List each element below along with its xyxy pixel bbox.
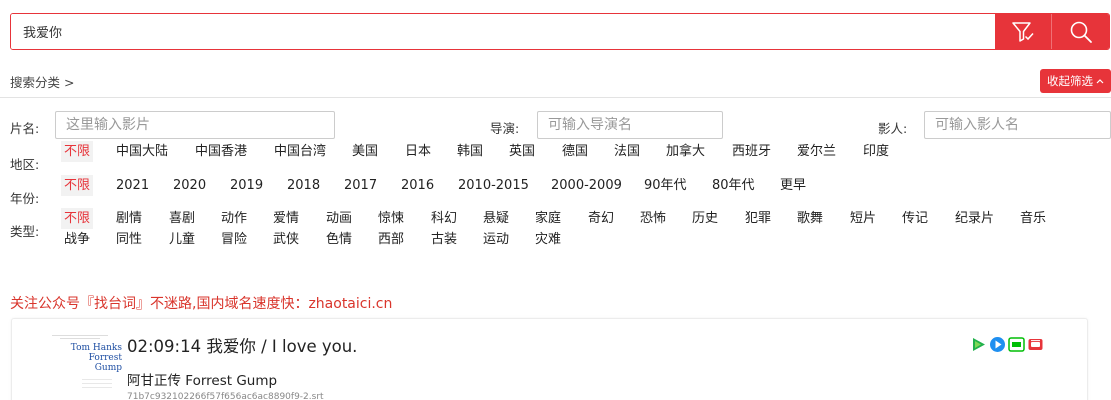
video-red-icon[interactable] [1027,336,1044,353]
genre-option[interactable]: 剧情 [113,208,145,229]
region-option[interactable]: 日本 [402,141,434,162]
year-option[interactable]: 2017 [341,175,380,196]
genre-option[interactable]: 色情 [323,229,355,250]
chevron-up-icon [1096,79,1104,84]
follow-notice: 关注公众号『找台词』不迷路,国内域名速度快：zhaotaici.cn [10,296,393,312]
genre-option[interactable]: 动画 [323,208,355,229]
genre-option[interactable]: 西部 [375,229,407,250]
genre-label: 类型: [10,224,40,239]
result-subtitle-file: 71b7c932102266f57f656ac6ac8890f9-2.srt [127,392,324,400]
title-filter-input[interactable] [55,111,335,139]
region-label: 地区: [10,157,40,172]
year-option[interactable]: 2020 [170,175,209,196]
region-option[interactable]: 印度 [860,141,892,162]
genre-option[interactable]: 同性 [113,229,145,250]
region-option[interactable]: 不限 [61,140,94,162]
result-title[interactable]: 02:09:14 我爱你 / I love you. [127,333,357,357]
region-option[interactable]: 中国香港 [192,141,250,162]
year-option[interactable]: 2019 [227,175,266,196]
year-option[interactable]: 更早 [777,175,809,196]
region-option[interactable]: 德国 [559,141,591,162]
genre-option[interactable]: 武侠 [270,229,302,250]
year-label: 年份: [10,191,40,206]
genre-option[interactable]: 古装 [428,229,460,250]
iqiyi-icon[interactable] [1008,336,1025,353]
genre-option[interactable]: 音乐 [1017,208,1049,229]
region-option[interactable]: 爱尔兰 [794,141,839,162]
result-movie-name[interactable]: 阿甘正传 Forrest Gump [127,369,277,389]
collapse-filter-button[interactable]: 收起筛选 [1040,69,1111,93]
region-option[interactable]: 中国台湾 [271,141,329,162]
breadcrumb[interactable]: 搜索分类 > [10,72,74,91]
genre-option[interactable]: 歌舞 [794,208,826,229]
genre-option[interactable]: 悬疑 [480,208,512,229]
genre-option[interactable]: 短片 [847,208,879,229]
genre-option[interactable]: 家庭 [532,208,564,229]
search-input[interactable] [11,14,995,49]
genre-option[interactable]: 历史 [689,208,721,229]
play-blue-icon[interactable] [989,336,1006,353]
genre-option[interactable]: 奇幻 [585,208,617,229]
result-card[interactable]: Tom Hanks Forrest Gump 02:09:14 我爱你 / I … [11,318,1088,400]
filter-icon [1012,21,1034,42]
region-option[interactable]: 西班牙 [729,141,774,162]
region-option[interactable]: 加拿大 [663,141,708,162]
genre-option[interactable]: 恐怖 [637,208,669,229]
genre-option[interactable]: 犯罪 [742,208,774,229]
actor-filter-input[interactable] [924,111,1111,139]
region-option[interactable]: 韩国 [454,141,486,162]
genre-option[interactable]: 冒险 [218,229,250,250]
genre-option[interactable]: 不限 [61,207,94,229]
collapse-filter-label: 收起筛选 [1047,74,1093,88]
search-button[interactable] [1052,14,1109,49]
platform-icons [970,336,1044,353]
genre-option[interactable]: 纪录片 [952,208,997,229]
year-option[interactable]: 2016 [398,175,437,196]
genre-option[interactable]: 传记 [899,208,931,229]
genre-option[interactable]: 战争 [61,229,93,250]
search-bar [10,13,1110,50]
director-filter-label: 导演: [490,121,520,136]
genre-option[interactable]: 爱情 [270,208,302,229]
region-option[interactable]: 中国大陆 [113,141,171,162]
genre-option[interactable]: 儿童 [166,229,198,250]
genre-option[interactable]: 运动 [480,229,512,250]
genre-option[interactable]: 灾难 [532,229,564,250]
filter-button[interactable] [995,14,1052,49]
year-option[interactable]: 2000-2009 [548,175,625,196]
year-option[interactable]: 2021 [113,175,152,196]
play-green-icon[interactable] [970,336,987,353]
year-option[interactable]: 90年代 [641,175,690,196]
genre-option[interactable]: 科幻 [428,208,460,229]
director-filter-input[interactable] [537,111,723,139]
year-option[interactable]: 80年代 [709,175,758,196]
title-filter-label: 片名: [10,121,40,136]
year-option[interactable]: 2010-2015 [455,175,532,196]
actor-filter-label: 影人: [878,121,908,136]
genre-option[interactable]: 惊悚 [375,208,407,229]
region-option[interactable]: 英国 [506,141,538,162]
movie-poster: Tom Hanks Forrest Gump [42,331,122,400]
genre-option[interactable]: 动作 [218,208,250,229]
year-option[interactable]: 不限 [61,174,94,196]
poster-title-text: Tom Hanks Forrest Gump [70,343,122,373]
region-option[interactable]: 美国 [349,141,381,162]
search-icon [1070,21,1092,43]
genre-option[interactable]: 喜剧 [166,208,198,229]
region-option[interactable]: 法国 [611,141,643,162]
divider [0,97,1111,98]
year-option[interactable]: 2018 [284,175,323,196]
